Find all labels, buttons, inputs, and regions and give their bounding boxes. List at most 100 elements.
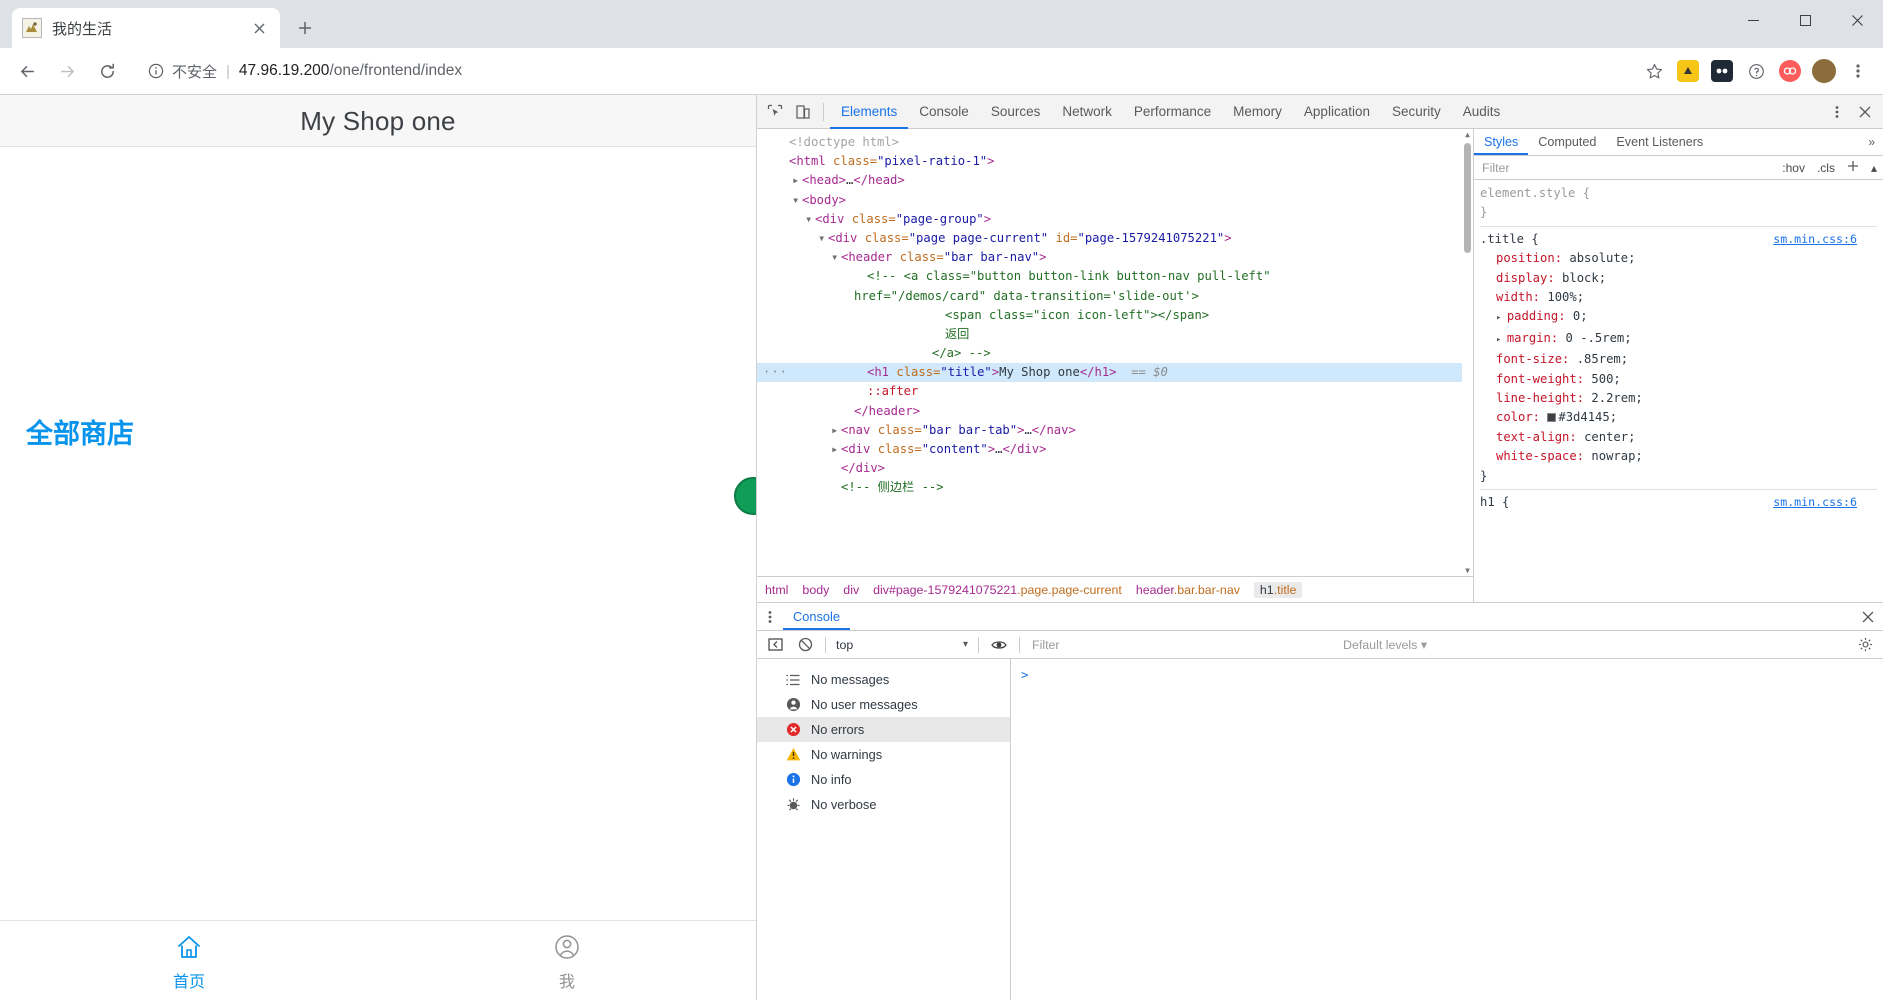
css-selector[interactable]: element.style {: [1480, 186, 1590, 200]
breadcrumb-item[interactable]: div: [843, 583, 859, 597]
css-property[interactable]: width: 100%;: [1480, 288, 1877, 307]
tab-sources[interactable]: Sources: [980, 95, 1052, 129]
chevron-down-icon[interactable]: ▾: [792, 191, 802, 210]
css-source-link[interactable]: sm.min.css:6: [1773, 493, 1857, 512]
css-property[interactable]: font-weight: 500;: [1480, 370, 1877, 389]
maximize-icon[interactable]: [1779, 0, 1831, 40]
tab-network[interactable]: Network: [1051, 95, 1123, 129]
tab-application[interactable]: Application: [1293, 95, 1381, 129]
styles-scroll-up-icon[interactable]: ▴: [1869, 161, 1879, 175]
chevron-down-icon[interactable]: ▾: [805, 210, 815, 229]
console-filter-input[interactable]: Filter: [1026, 638, 1331, 652]
console-sidebar-item[interactable]: No info: [757, 767, 1010, 792]
plus-icon[interactable]: [1845, 160, 1861, 175]
dom-line-menu-dots[interactable]: ···: [763, 363, 788, 382]
minimize-icon[interactable]: [1727, 0, 1779, 40]
console-sidebar-item[interactable]: No warnings: [757, 742, 1010, 767]
chevron-right-icon[interactable]: ▸: [792, 171, 802, 190]
css-property[interactable]: ▸ margin: 0 -.5rem;: [1480, 329, 1877, 350]
dom-tree[interactable]: <!doctype html> <html class="pixel-ratio-…: [757, 129, 1473, 576]
dom-tree-line[interactable]: <span class="icon icon-left"></span>: [757, 306, 1473, 325]
info-circle-icon[interactable]: [144, 59, 168, 83]
css-source-link[interactable]: sm.min.css:6: [1773, 230, 1857, 249]
breadcrumb-item[interactable]: body: [802, 583, 829, 597]
console-sidebar-item[interactable]: No verbose: [757, 792, 1010, 817]
tab-audits[interactable]: Audits: [1452, 95, 1512, 129]
chevron-right-icon[interactable]: ▸: [831, 440, 841, 459]
dom-tree-line[interactable]: <html class="pixel-ratio-1">: [757, 152, 1473, 171]
css-property[interactable]: position: absolute;: [1480, 249, 1877, 268]
dom-tree-line[interactable]: ▾ <body>: [757, 191, 1473, 210]
extension-red-icon[interactable]: [1775, 56, 1805, 86]
chevron-double-right-icon[interactable]: »: [1860, 129, 1883, 155]
chevron-down-icon[interactable]: ▾: [818, 229, 828, 248]
three-dot-menu-icon[interactable]: [1843, 56, 1873, 86]
breadcrumb-item[interactable]: h1.title: [1253, 581, 1303, 598]
tab-console[interactable]: Console: [908, 95, 980, 129]
dom-tree-line[interactable]: ··· <h1 class="title">My Shop one</h1> ==…: [757, 363, 1473, 383]
star-icon[interactable]: [1639, 56, 1669, 86]
side-floating-button[interactable]: [734, 477, 756, 515]
tab-memory[interactable]: Memory: [1222, 95, 1293, 129]
live-expression-icon[interactable]: [985, 632, 1013, 658]
chevron-right-icon[interactable]: ▸: [831, 421, 841, 440]
all-stores-link[interactable]: 全部商店: [26, 412, 134, 451]
css-property[interactable]: color: #3d4145;: [1480, 408, 1877, 427]
help-circle-icon[interactable]: [1741, 56, 1771, 86]
browser-tab[interactable]: 我的生活: [12, 8, 280, 48]
dom-tree-line[interactable]: 返回: [757, 325, 1473, 344]
clear-console-icon[interactable]: [791, 632, 819, 658]
tab-performance[interactable]: Performance: [1123, 95, 1222, 129]
close-icon[interactable]: [248, 17, 270, 39]
extension-dark-icon[interactable]: [1707, 56, 1737, 86]
css-selector[interactable]: .title {: [1480, 232, 1539, 246]
css-rule[interactable]: .title { sm.min.css:6 position: absolute; d…: [1480, 230, 1877, 486]
css-property[interactable]: display: block;: [1480, 269, 1877, 288]
dom-tree-line[interactable]: ▾ <div class="page page-current" id="page…: [757, 229, 1473, 248]
breadcrumb-item[interactable]: header.bar.bar-nav: [1136, 583, 1240, 597]
address-bar[interactable]: 不安全 | 47.96.19.200/one/frontend/index: [138, 56, 1627, 86]
dom-tree-line[interactable]: <!-- 侧边栏 -->: [757, 478, 1473, 497]
tab-profile[interactable]: 我: [378, 921, 756, 1000]
dom-tree-scrollbar[interactable]: ▲ ▼: [1462, 129, 1473, 576]
dom-tree-line[interactable]: <!doctype html>: [757, 133, 1473, 152]
tab-home[interactable]: 首页: [0, 921, 378, 1000]
console-levels-select[interactable]: Default levels ▾: [1333, 637, 1427, 652]
console-sidebar-item[interactable]: No errors: [757, 717, 1010, 742]
inspect-element-icon[interactable]: [761, 99, 789, 125]
three-dot-menu-icon[interactable]: [757, 603, 783, 630]
plus-icon[interactable]: [288, 11, 322, 45]
extension-yellow-icon[interactable]: [1673, 56, 1703, 86]
hov-toggle[interactable]: :hov: [1780, 161, 1807, 175]
css-selector[interactable]: h1 {: [1480, 495, 1509, 509]
breadcrumb-item[interactable]: div#page-1579241075221.page.page-current: [873, 583, 1122, 597]
dom-tree-line[interactable]: </header>: [757, 402, 1473, 421]
close-icon[interactable]: [1853, 603, 1883, 630]
tab-event-listeners[interactable]: Event Listeners: [1606, 129, 1713, 155]
breadcrumb-item[interactable]: html: [765, 583, 788, 597]
dom-tree-line[interactable]: <!-- <a class="button button-link button…: [757, 267, 1473, 286]
css-property[interactable]: line-height: 2.2rem;: [1480, 389, 1877, 408]
dom-tree-line[interactable]: ▸ <nav class="bar bar-tab">…</nav>: [757, 421, 1473, 440]
tab-elements[interactable]: Elements: [830, 95, 909, 129]
avatar-icon[interactable]: [1809, 56, 1839, 86]
dom-tree-line[interactable]: ▾ <header class="bar bar-nav">: [757, 248, 1473, 267]
dom-tree-line[interactable]: </div>: [757, 459, 1473, 478]
tab-security[interactable]: Security: [1381, 95, 1452, 129]
three-dot-menu-icon[interactable]: [1823, 99, 1851, 125]
console-sidebar-item[interactable]: No user messages: [757, 692, 1010, 717]
gear-icon[interactable]: [1851, 637, 1879, 652]
css-rule[interactable]: h1 { sm.min.css:6: [1480, 493, 1877, 512]
styles-filter-input[interactable]: Filter: [1478, 161, 1772, 175]
dom-tree-line[interactable]: ▸ <div class="content">…</div>: [757, 440, 1473, 459]
dom-tree-line[interactable]: ▾ <div class="page-group">: [757, 210, 1473, 229]
chevron-down-icon[interactable]: ▾: [831, 248, 841, 267]
cls-toggle[interactable]: .cls: [1815, 161, 1837, 175]
tab-styles[interactable]: Styles: [1474, 129, 1529, 155]
drawer-tab-console[interactable]: Console: [783, 603, 850, 630]
dom-tree-line[interactable]: ▸ <head>…</head>: [757, 171, 1473, 190]
back-arrow-icon[interactable]: [10, 54, 44, 88]
close-icon[interactable]: [1831, 0, 1883, 40]
reload-icon[interactable]: [90, 54, 124, 88]
close-icon[interactable]: [1851, 99, 1879, 125]
